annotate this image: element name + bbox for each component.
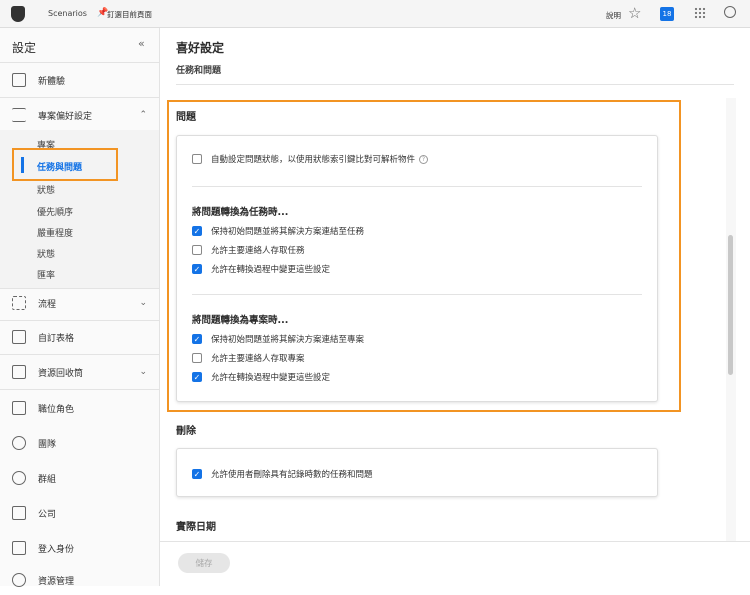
sub-item-status-2[interactable]: 狀態 <box>37 247 55 260</box>
sub-item-label: 任務與問題 <box>37 163 83 173</box>
sub-item-status[interactable]: 狀態 <box>37 183 55 196</box>
task-convert-heading: 將問題轉換為任務時... <box>192 207 289 218</box>
trash-icon <box>12 365 26 379</box>
project-convert-heading: 將問題轉換為專案時... <box>192 315 289 326</box>
sub-item-priority[interactable]: 優先順序 <box>37 205 73 218</box>
project-option-3[interactable]: ✓ 允許在轉換過程中變更這些設定 <box>192 371 330 383</box>
label: 允許使用者刪除具有記錄時數的任務和問題 <box>211 470 373 480</box>
label: 專案偏好設定 <box>38 111 93 122</box>
label: 自動設定問題狀態，以使用狀態索引鍵比對可解析物件 <box>211 155 416 165</box>
help-icon[interactable]: ? <box>419 154 429 164</box>
chevron-down-icon[interactable]: ⌄ <box>139 367 147 377</box>
delete-option[interactable]: ✓ 允許使用者刪除具有記錄時數的任務和問題 <box>192 468 373 480</box>
label: 資源管理 <box>38 576 75 587</box>
delete-heading: 刪除 <box>176 426 196 437</box>
chevron-up-icon[interactable]: ⌃ <box>139 110 147 120</box>
top-bar: Scenarios 📌 釘選目前頁面 說明 ☆ 18 <box>0 0 750 28</box>
label: 允許主要連絡人存取任務 <box>211 246 305 256</box>
sidebar-item-teams[interactable]: 團隊 <box>0 428 159 458</box>
label: 保持初始問題並將其解決方案連結至專案 <box>211 335 365 345</box>
team-icon <box>12 436 26 450</box>
label: 新體驗 <box>38 76 66 87</box>
building-icon <box>12 506 26 520</box>
layout-icon <box>12 73 26 87</box>
sidebar-item-groups[interactable]: 群組 <box>0 463 159 493</box>
sidebar-item-login-as[interactable]: 登入身份 <box>0 533 159 563</box>
checkbox[interactable]: ✓ <box>192 264 202 274</box>
chevron-down-icon[interactable]: ⌄ <box>139 298 147 308</box>
scrollbar-thumb[interactable] <box>728 235 733 375</box>
label: 資源回收筒 <box>38 368 84 379</box>
task-option-2[interactable]: 允許主要連絡人存取任務 <box>192 244 305 256</box>
checkbox[interactable] <box>192 245 202 255</box>
help-link[interactable]: 說明 <box>606 10 621 21</box>
auto-status-option[interactable]: 自動設定問題狀態，以使用狀態索引鍵比對可解析物件? <box>192 153 429 165</box>
sidebar-item-project-preferences[interactable]: 專案偏好設定 ⌃ <box>0 100 159 130</box>
issues-heading: 問題 <box>176 112 196 123</box>
checkbox[interactable]: ✓ <box>192 226 202 236</box>
footer <box>160 541 750 586</box>
page-subtitle: 任務和問題 <box>176 66 222 76</box>
label: 允許在轉換過程中變更這些設定 <box>211 373 331 383</box>
pin-page-link[interactable]: 釘選目前頁面 <box>107 9 152 20</box>
label: 允許在轉換過程中變更這些設定 <box>211 265 331 275</box>
task-option-1[interactable]: ✓ 保持初始問題並將其解決方案連結至任務 <box>192 225 364 237</box>
project-option-2[interactable]: 允許主要連絡人存取專案 <box>192 352 305 364</box>
apps-grid-icon[interactable] <box>694 7 706 19</box>
label: 允許主要連絡人存取專案 <box>211 354 305 364</box>
logo-icon[interactable] <box>11 6 25 22</box>
sub-item-exchange-rate[interactable]: 匯率 <box>37 268 55 281</box>
label: 職位角色 <box>38 404 75 415</box>
checkbox[interactable]: ✓ <box>192 334 202 344</box>
form-icon <box>12 330 26 344</box>
checkbox[interactable]: ✓ <box>192 372 202 382</box>
checkbox[interactable] <box>192 353 202 363</box>
actual-dates-heading: 實際日期 <box>176 522 216 533</box>
job-role-icon <box>12 401 26 415</box>
checkbox[interactable]: ✓ <box>192 469 202 479</box>
sidebar: 設定 « 新體驗 專案偏好設定 ⌃ 專案 任務與問題 狀態 優先順序 嚴重程度 狀… <box>0 28 160 587</box>
sidebar-item-recycle-bin[interactable]: 資源回收筒 ⌄ <box>0 357 159 387</box>
checkbox[interactable] <box>192 154 202 164</box>
notification-badge[interactable]: 18 <box>660 7 674 21</box>
sliders-icon <box>12 108 26 122</box>
login-icon <box>12 541 26 555</box>
label: 群組 <box>38 474 57 485</box>
label: 登入身份 <box>38 544 75 555</box>
sidebar-item-job-roles[interactable]: 職位角色 <box>0 393 159 423</box>
save-button[interactable]: 儲存 <box>178 553 230 573</box>
issues-card: 自動設定問題狀態，以使用狀態索引鍵比對可解析物件? 將問題轉換為任務時... ✓… <box>176 135 658 402</box>
search-icon[interactable] <box>724 6 736 18</box>
label: 公司 <box>38 509 57 520</box>
task-option-3[interactable]: ✓ 允許在轉換過程中變更這些設定 <box>192 263 330 275</box>
label: 團隊 <box>38 439 57 450</box>
resource-icon <box>12 573 26 587</box>
label: 保持初始問題並將其解決方案連結至任務 <box>211 227 365 237</box>
star-icon[interactable]: ☆ <box>628 4 641 22</box>
process-icon <box>12 296 26 310</box>
delete-card: ✓ 允許使用者刪除具有記錄時數的任務和問題 <box>176 448 658 497</box>
sidebar-item-new-experience[interactable]: 新體驗 <box>0 65 159 95</box>
group-icon <box>12 471 26 485</box>
collapse-icon[interactable]: « <box>138 37 145 50</box>
label: 流程 <box>38 299 57 310</box>
main-content: 喜好設定 任務和問題 問題 自動設定問題狀態，以使用狀態索引鍵比對可解析物件? … <box>160 28 750 586</box>
sidebar-item-resource-management[interactable]: 資源管理 <box>0 565 159 595</box>
app-name[interactable]: Scenarios <box>48 9 87 18</box>
sidebar-item-custom-forms[interactable]: 自訂表格 <box>0 322 159 352</box>
sub-item-severity[interactable]: 嚴重程度 <box>37 226 73 239</box>
sidebar-item-companies[interactable]: 公司 <box>0 498 159 528</box>
sidebar-item-process[interactable]: 流程 ⌄ <box>0 288 159 318</box>
project-option-1[interactable]: ✓ 保持初始問題並將其解決方案連結至專案 <box>192 333 364 345</box>
label: 自訂表格 <box>38 333 75 344</box>
page-title: 喜好設定 <box>176 41 225 55</box>
sidebar-title: 設定 <box>12 41 37 55</box>
